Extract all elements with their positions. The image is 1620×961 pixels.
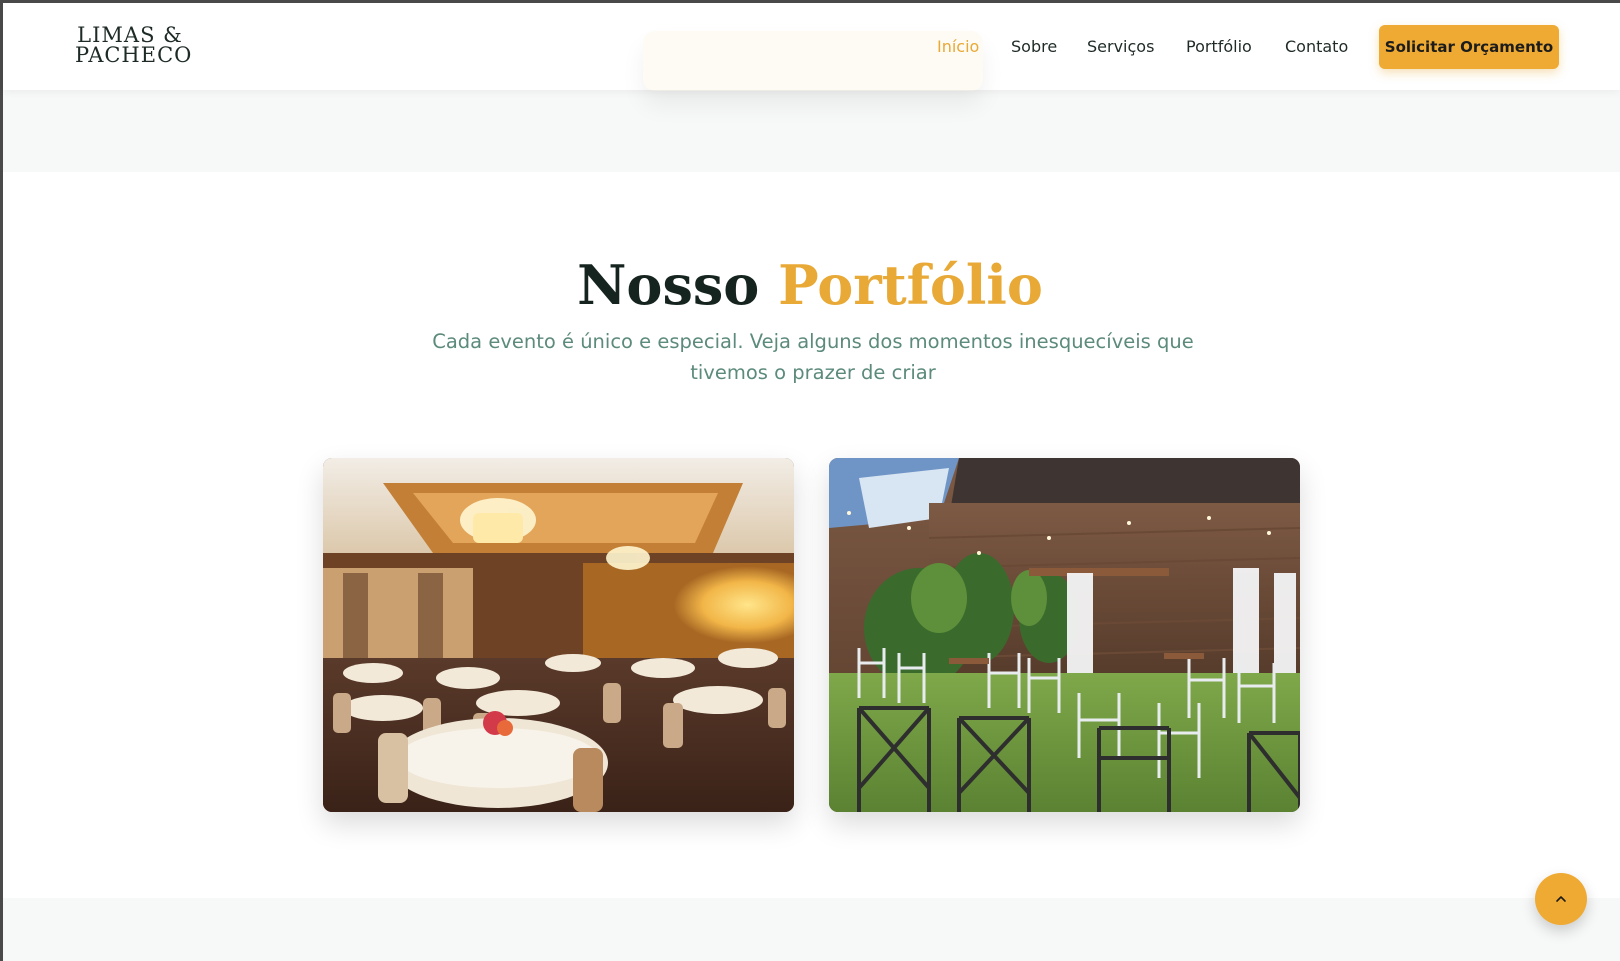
scroll-to-top-button[interactable] bbox=[1535, 873, 1587, 925]
section-title-accent: Portfólio bbox=[778, 253, 1043, 317]
header-shadow-decoration bbox=[643, 31, 983, 91]
logo-line-1: LIMAS & bbox=[77, 23, 183, 47]
section-subtitle: Cada evento é único e especial. Veja alg… bbox=[432, 330, 1194, 384]
nav-link-sobre[interactable]: Sobre bbox=[1011, 37, 1057, 56]
nav-link-portfolio[interactable]: Portfólio bbox=[1186, 37, 1252, 56]
nav-link-servicos[interactable]: Serviços bbox=[1087, 37, 1154, 56]
portfolio-card-outdoor-venue[interactable] bbox=[829, 458, 1300, 812]
portfolio-card-ballroom[interactable] bbox=[323, 458, 794, 812]
ballroom-photo bbox=[323, 458, 794, 812]
section-title-main: Nosso bbox=[577, 253, 760, 317]
site-header: LIMAS & PACHECO Início Sobre Serviços Po… bbox=[3, 3, 1620, 91]
section-title: Nosso Portfólio bbox=[0, 250, 1620, 320]
request-quote-button[interactable]: Solicitar Orçamento bbox=[1379, 25, 1559, 69]
nav-link-inicio[interactable]: Início bbox=[937, 37, 979, 56]
nav-link-contato[interactable]: Contato bbox=[1285, 37, 1348, 56]
logo[interactable]: LIMAS & PACHECO bbox=[75, 23, 193, 67]
outdoor-venue-photo bbox=[829, 458, 1300, 812]
logo-line-2: PACHECO bbox=[75, 43, 193, 67]
chevron-up-icon bbox=[1556, 896, 1566, 902]
